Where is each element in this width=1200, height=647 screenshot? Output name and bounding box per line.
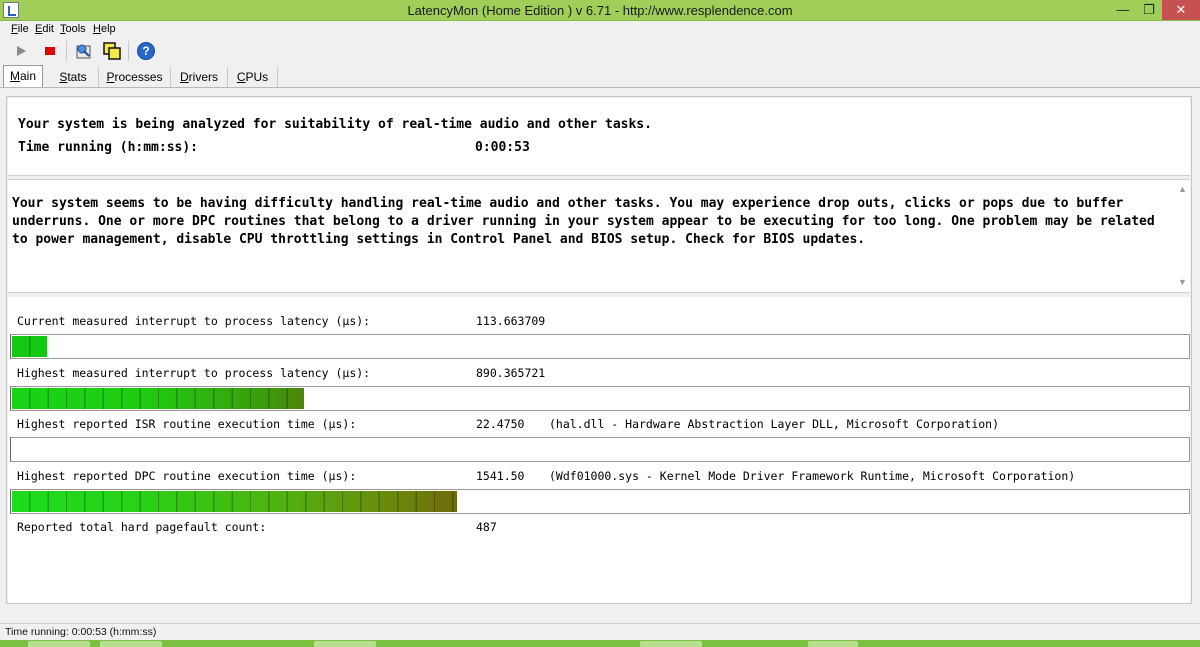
taskbar [0,640,1200,647]
minimize-button[interactable]: — [1110,0,1136,20]
scroll-up-icon[interactable]: ▲ [1178,184,1187,194]
menu-file[interactable]: File [11,23,29,35]
summary-headline: Your system is being analyzed for suitab… [18,117,652,132]
isr-time-label: Highest reported ISR routine execution t… [17,417,357,431]
message-scrollbar[interactable]: ▲ ▼ [1175,180,1190,292]
diagnosis-message: Your system seems to be having difficult… [12,196,1155,247]
highest-latency-bar-fill [12,388,304,409]
time-running-label: Time running (h:mm:ss): [18,140,199,155]
menu-bar: File Edit Tools Help [0,21,1200,38]
status-text: Time running: 0:00:53 (h:mm:ss) [5,626,157,638]
pagefault-label: Reported total hard pagefault count: [17,520,267,534]
tab-drivers[interactable]: Drivers [171,67,228,88]
dpc-time-bar [10,489,1190,514]
highest-latency-value: 890.365721 [476,366,546,380]
menu-edit[interactable]: Edit [35,23,54,35]
dpc-time-label: Highest reported DPC routine execution t… [17,469,357,483]
toolbar: ? [0,38,1200,64]
current-latency-value: 113.663709 [476,314,546,328]
menu-tools[interactable]: Tools [60,23,86,35]
isr-time-value: 22.4750 [476,417,525,431]
scroll-down-icon[interactable]: ▼ [1178,277,1187,287]
tab-main[interactable]: Main [3,65,43,88]
window-title: LatencyMon (Home Edition ) v 6.71 - http… [407,3,793,18]
toolbar-separator [66,41,67,61]
copy-icon[interactable] [102,41,122,61]
stop-icon[interactable] [40,41,60,61]
tab-cpus[interactable]: CPUs [228,67,278,88]
isr-time-bar [10,437,1190,462]
tab-strip: Main Stats Processes Drivers CPUs [0,64,1200,88]
report-icon[interactable] [74,41,94,61]
isr-driver-detail: (hal.dll - Hardware Abstraction Layer DL… [549,417,1000,431]
play-icon[interactable] [12,41,32,61]
menu-help[interactable]: Help [93,23,116,35]
time-running-value: 0:00:53 [475,140,530,155]
dpc-time-bar-fill [12,491,457,512]
tab-stats[interactable]: Stats [48,67,99,88]
status-bar: Time running: 0:00:53 (h:mm:ss) [0,623,1200,640]
taskbar-button[interactable] [28,641,90,647]
summary-box: Your system is being analyzed for suitab… [8,98,1190,176]
taskbar-button[interactable] [808,641,858,647]
highest-latency-bar [10,386,1190,411]
dpc-time-value: 1541.50 [476,469,525,483]
toolbar-separator [128,41,129,61]
dpc-driver-detail: (Wdf01000.sys - Kernel Mode Driver Frame… [549,469,1076,483]
current-latency-label: Current measured interrupt to process la… [17,314,371,328]
highest-latency-label: Highest measured interrupt to process la… [17,366,371,380]
close-button[interactable]: ✕ [1162,0,1200,20]
pagefault-value: 487 [476,520,497,534]
taskbar-button[interactable] [100,641,162,647]
tab-divider [0,87,1200,88]
main-panel: Your system is being analyzed for suitab… [6,96,1192,604]
taskbar-button[interactable] [314,641,376,647]
metrics-box: Current measured interrupt to process la… [8,297,1190,603]
help-icon[interactable]: ? [136,41,156,61]
maximize-button[interactable]: ❐ [1136,0,1162,20]
title-bar: LatencyMon (Home Edition ) v 6.71 - http… [0,0,1200,21]
diagnosis-message-box: Your system seems to be having difficult… [8,179,1190,293]
current-latency-bar-fill [12,336,47,357]
current-latency-bar [10,334,1190,359]
taskbar-button[interactable] [640,641,702,647]
tab-processes[interactable]: Processes [99,67,171,88]
